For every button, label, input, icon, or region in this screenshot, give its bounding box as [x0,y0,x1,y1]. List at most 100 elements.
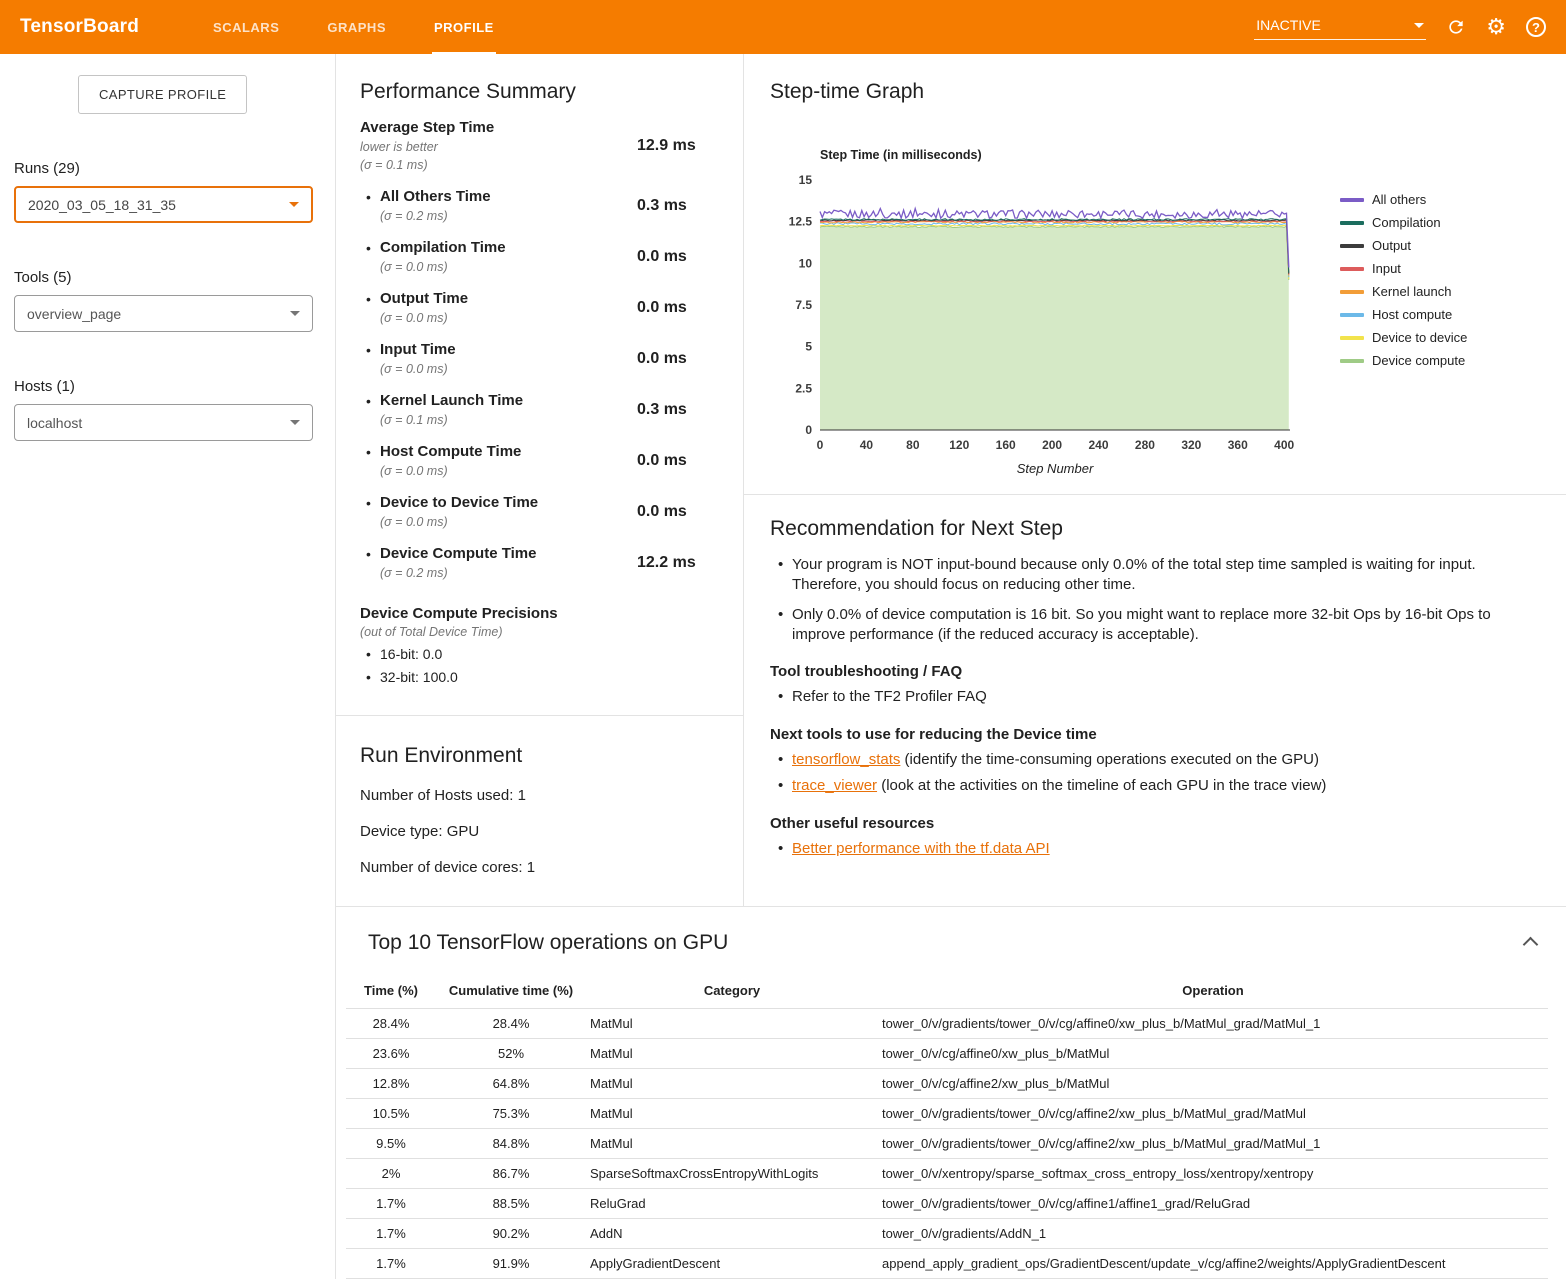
svg-text:10: 10 [799,256,813,270]
status-dropdown[interactable]: INACTIVE [1254,14,1426,40]
tab-graphs[interactable]: GRAPHS [303,0,410,54]
tab-scalars[interactable]: SCALARS [189,0,303,54]
table-row: 23.6% 52% MatMul tower_0/v/cg/affine0/xw… [346,1039,1548,1069]
table-row: 12.8% 64.8% MatMul tower_0/v/cg/affine2/… [346,1069,1548,1099]
metric-sigma: (σ = 0.0 ms) [380,259,637,275]
metric-sigma: (σ = 0.2 ms) [380,208,637,224]
recommendation-bullet: Your program is NOT input-bound because … [770,555,1526,594]
metric-sigma: (σ = 0.0 ms) [380,310,637,326]
x-axis-label: Step Number [820,461,1290,476]
tensorflow-stats-link[interactable]: tensorflow_stats [792,751,900,768]
hosts-select[interactable]: localhost [14,404,313,441]
precision-16bit: 16-bit: 0.0 [360,646,719,662]
legend-swatch [1340,244,1364,248]
legend-label: All others [1372,192,1426,207]
cell-cumulative: 86.7% [436,1159,586,1189]
metric-value: 0.0 ms [637,299,719,317]
refresh-icon[interactable] [1446,17,1466,37]
chevron-down-icon [290,311,300,316]
cell-category: MatMul [586,1069,878,1099]
cell-time: 23.6% [346,1039,436,1069]
perf-metric-row: Kernel Launch Time (σ = 0.1 ms) 0.3 ms [360,392,719,428]
collapse-chevron-icon[interactable] [1523,937,1539,953]
legend-label: Host compute [1372,307,1452,322]
col-header-time: Time (%) [346,977,436,1009]
precision-32bit: 32-bit: 100.0 [360,669,719,685]
metric-value: 0.0 ms [637,503,719,521]
svg-text:12.5: 12.5 [789,215,813,229]
legend-item: Output [1340,238,1467,253]
gear-icon[interactable]: ⚙ [1486,16,1506,38]
svg-text:5: 5 [805,340,812,354]
cell-time: 1.7% [346,1189,436,1219]
tab-profile[interactable]: PROFILE [410,0,518,54]
metric-label: Output Time [380,290,637,308]
tools-control: Tools (5) overview_page [14,269,313,332]
tool-description: (identify the time-consuming operations … [900,751,1319,768]
cell-category: MatMul [586,1129,878,1159]
svg-text:360: 360 [1228,438,1248,452]
hosts-used-line: Number of Hosts used: 1 [360,787,719,804]
legend-item: All others [1340,192,1467,207]
svg-text:40: 40 [860,438,874,452]
tfdata-performance-link[interactable]: Better performance with the tf.data API [792,840,1050,857]
table-row: 1.7% 90.2% AddN tower_0/v/gradients/AddN… [346,1219,1548,1249]
legend-label: Output [1372,238,1411,253]
metric-value: 12.9 ms [637,137,719,155]
trace-viewer-link[interactable]: trace_viewer [792,777,877,794]
col-header-operation: Operation [878,977,1548,1009]
capture-profile-button[interactable]: CAPTURE PROFILE [78,75,247,114]
col-header-category: Category [586,977,878,1009]
legend-item: Input [1340,261,1467,276]
device-type-line: Device type: GPU [360,823,719,840]
next-tool-item: trace_viewer (look at the activities on … [770,776,1526,796]
cell-category: SparseSoftmaxCrossEntropyWithLogits [586,1159,878,1189]
perf-metric-row: Output Time (σ = 0.0 ms) 0.0 ms [360,290,719,326]
device-compute-precisions: Device Compute Precisions (out of Total … [360,605,719,685]
nav-tabs: SCALARS GRAPHS PROFILE [189,0,518,54]
hosts-select-value: localhost [27,415,82,431]
legend-label: Input [1372,261,1401,276]
legend-swatch [1340,267,1364,271]
run-environment-title: Run Environment [360,744,719,768]
table-row: 1.7% 91.9% ApplyGradientDescent append_a… [346,1249,1548,1279]
table-row: 2% 86.7% SparseSoftmaxCrossEntropyWithLo… [346,1159,1548,1189]
cell-operation: tower_0/v/gradients/tower_0/v/cg/affine0… [878,1009,1548,1039]
svg-text:7.5: 7.5 [795,298,812,312]
metric-sigma: (σ = 0.2 ms) [380,565,637,581]
legend-swatch [1340,290,1364,294]
cell-operation: tower_0/v/gradients/tower_0/v/cg/affine2… [878,1129,1548,1159]
other-resources-subhead: Other useful resources [770,815,1526,832]
perf-metric-row: All Others Time (σ = 0.2 ms) 0.3 ms [360,188,719,224]
tools-select[interactable]: overview_page [14,295,313,332]
legend-item: Compilation [1340,215,1467,230]
legend-item: Device compute [1340,353,1467,368]
metric-sigma: (σ = 0.1 ms) [360,157,637,173]
svg-text:80: 80 [906,438,920,452]
legend-swatch [1340,313,1364,317]
top-app-bar: TensorBoard SCALARS GRAPHS PROFILE INACT… [0,0,1566,54]
cell-operation: tower_0/v/cg/affine2/xw_plus_b/MatMul [878,1069,1548,1099]
cell-operation: tower_0/v/cg/affine0/xw_plus_b/MatMul [878,1039,1548,1069]
legend-item: Host compute [1340,307,1467,322]
recommendation-section: Recommendation for Next Step Your progra… [744,495,1566,888]
cell-time: 1.7% [346,1219,436,1249]
metric-sigma: (σ = 0.0 ms) [380,514,637,530]
cell-time: 9.5% [346,1129,436,1159]
cell-time: 28.4% [346,1009,436,1039]
metric-label: Host Compute Time [380,443,637,461]
runs-select[interactable]: 2020_03_05_18_31_35 [14,186,313,223]
step-time-graph-title: Step-time Graph [770,80,1546,104]
cell-operation: tower_0/v/gradients/AddN_1 [878,1219,1548,1249]
cell-cumulative: 28.4% [436,1009,586,1039]
cell-cumulative: 75.3% [436,1099,586,1129]
next-tools-subhead: Next tools to use for reducing the Devic… [770,726,1526,743]
perf-metric-row: Device to Device Time (σ = 0.0 ms) 0.0 m… [360,494,719,530]
next-tool-item: tensorflow_stats (identify the time-cons… [770,750,1526,770]
runs-label: Runs (29) [14,160,313,177]
metric-value: 0.3 ms [637,197,719,215]
top-ops-title: Top 10 TensorFlow operations on GPU [368,931,728,955]
cell-category: ReluGrad [586,1189,878,1219]
help-icon[interactable]: ? [1526,17,1546,37]
svg-text:2.5: 2.5 [795,381,812,395]
